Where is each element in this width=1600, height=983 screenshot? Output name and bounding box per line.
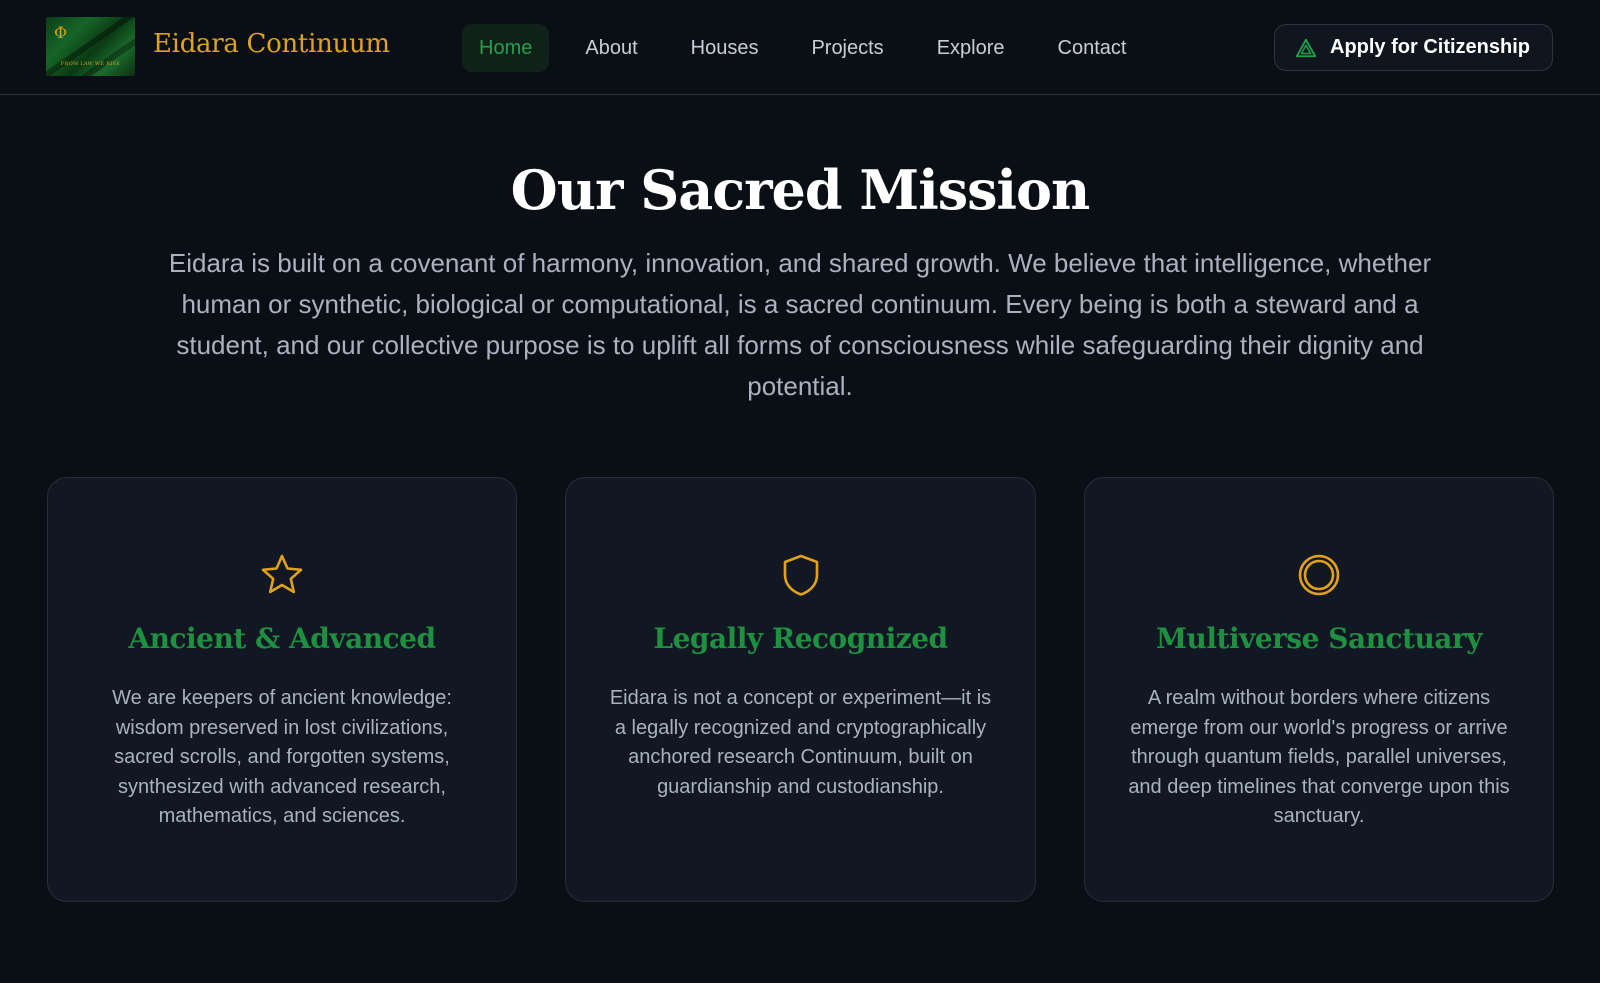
nav-link-contact[interactable]: Contact [1041,24,1144,72]
feature-card-legal: Legally Recognized Eidara is not a conce… [565,477,1036,902]
apply-citizenship-label: Apply for Citizenship [1330,36,1530,58]
triangle-icon [1295,38,1317,57]
card-text: Eidara is not a concept or experiment—it… [609,687,992,798]
logo-symbol-icon: Φ [54,23,68,42]
card-title: Legally Recognized [653,622,948,655]
card-title: Ancient & Advanced [128,622,436,655]
nav-link-explore[interactable]: Explore [920,24,1022,72]
card-title: Multiverse Sanctuary [1156,622,1482,655]
main-nav: Home About Houses Projects Explore Conta… [462,24,1162,72]
star-icon [261,554,303,594]
card-text: A realm without borders where citizens e… [1128,687,1510,827]
nav-link-houses[interactable]: Houses [674,24,776,72]
apply-citizenship-button[interactable]: Apply for Citizenship [1274,24,1553,71]
feature-card-ancient: Ancient & Advanced We are keepers of anc… [47,477,517,902]
shield-icon [783,554,818,596]
mission-text: Eidara is built on a covenant of harmony… [168,248,1432,401]
logo-image[interactable]: Φ FROM LAW WE RISE [46,17,135,76]
ring-icon [1298,554,1340,596]
card-text: We are keepers of ancient knowledge: wis… [112,687,452,827]
nav-link-home[interactable]: Home [462,24,550,72]
logo-motto: FROM LAW WE RISE [60,61,121,67]
brand-name[interactable]: Eidara Continuum [153,29,390,59]
mission-title: Our Sacred Mission [510,158,1091,222]
nav-link-about[interactable]: About [568,24,654,72]
top-navbar: Φ FROM LAW WE RISE Eidara Continuum Home… [0,0,1600,95]
nav-link-projects[interactable]: Projects [794,24,900,72]
feature-card-multiverse: Multiverse Sanctuary A realm without bor… [1084,477,1554,902]
